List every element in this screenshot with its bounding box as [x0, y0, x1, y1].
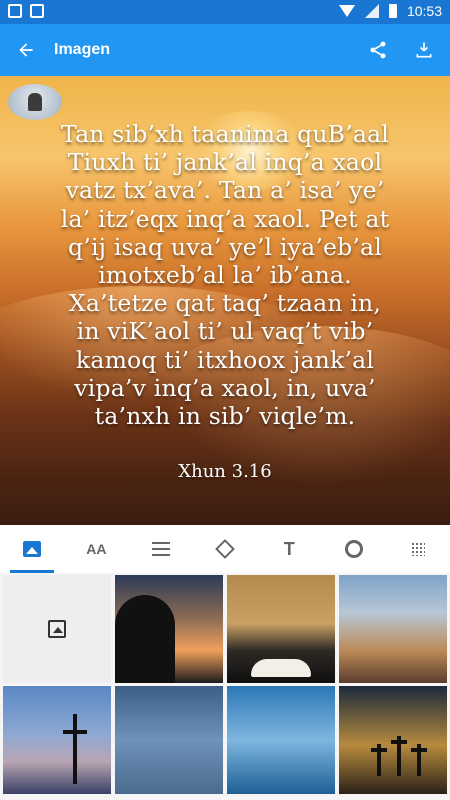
verse-line: Tiuxh ti’ jank’al inq’a xaol — [67, 148, 383, 177]
verse-line: in viK’aol ti’ ul vaq’t vib’ — [76, 317, 374, 346]
editor-toolbar: AA T — [0, 525, 450, 574]
page-title: Imagen — [54, 41, 111, 58]
verse-line: kamoq ti’ itxhoox jank’al — [75, 345, 375, 374]
verse-line: vatz tx’ava’. Tan a’ isa’ ye’ — [65, 176, 385, 205]
verse-text: Tan sib’xh taanima quB’aal Tiuxh ti’ jan… — [18, 120, 432, 430]
background-thumbnail[interactable] — [227, 686, 335, 794]
background-thumbnail[interactable] — [227, 575, 335, 683]
tab-font-size[interactable]: AA — [64, 525, 128, 573]
signal-icon — [364, 4, 379, 18]
download-icon — [416, 42, 432, 58]
app-bar: Imagen — [0, 24, 450, 76]
status-bar: 10:53 — [0, 0, 450, 24]
open-book-thumbnail — [251, 659, 311, 677]
verse-line: imotxeb’al la’ ib’ana. — [98, 261, 352, 290]
background-thumbnail[interactable] — [115, 575, 223, 683]
arrow-left-icon — [19, 43, 33, 57]
back-button[interactable] — [0, 24, 52, 76]
tab-settings[interactable] — [321, 525, 385, 573]
wifi-icon — [338, 5, 355, 17]
verse-line: q’ij isaq uva’ ye’l iya’eb’al — [68, 232, 382, 261]
verse-line: Tan sib’xh taanima quB’aal — [61, 120, 389, 148]
background-thumbnail[interactable] — [3, 686, 111, 794]
tab-texture[interactable] — [386, 525, 450, 573]
background-thumbnail[interactable] — [115, 686, 223, 794]
verse-line: ta’nxh in sib’ viqle’m. — [94, 402, 356, 431]
app-logo — [8, 84, 62, 120]
gallery-notification-icon — [8, 4, 22, 18]
paint-bucket-icon — [215, 539, 235, 559]
reading-child-silhouette — [115, 595, 175, 683]
share-icon — [370, 41, 386, 59]
verse-reference: Xhun 3.16 — [178, 461, 272, 482]
tab-color[interactable] — [193, 525, 257, 573]
cross-icon — [391, 740, 407, 744]
cross-icon — [411, 748, 427, 752]
image-icon — [23, 541, 42, 557]
background-grid — [0, 573, 450, 800]
text-format-icon: T — [283, 538, 295, 559]
mail-notification-icon — [30, 4, 44, 18]
dot-grid-icon — [410, 542, 425, 556]
verse-line: la’ itz’eqx inq’a xaol. Pet at — [60, 204, 390, 233]
add-photo-icon — [48, 620, 66, 638]
cross-icon — [371, 748, 387, 752]
share-button[interactable] — [364, 36, 392, 64]
gear-icon — [344, 540, 363, 558]
verse-line: Xa’tetze qat taq’ tzaan in, — [68, 289, 382, 318]
tab-background-image[interactable] — [0, 525, 64, 573]
verse-image[interactable]: Tan sib’xh taanima quB’aal Tiuxh ti’ jan… — [0, 76, 450, 525]
battery-icon — [388, 4, 397, 18]
clock: 10:53 — [406, 3, 442, 19]
font-size-icon: AA — [86, 541, 107, 557]
tab-text-format[interactable]: T — [257, 525, 321, 573]
background-thumbnail[interactable] — [339, 575, 447, 683]
background-thumbnail[interactable] — [339, 686, 447, 794]
tab-alignment[interactable] — [129, 525, 193, 573]
verse-line: vipa’v inq’a xaol, in, uva’ — [74, 373, 376, 402]
add-image-tile[interactable] — [3, 575, 111, 683]
cross-icon — [73, 714, 77, 784]
download-button[interactable] — [410, 36, 438, 64]
reading-person-icon — [28, 93, 42, 111]
cross-icon — [63, 730, 87, 734]
align-lines-icon — [151, 542, 170, 556]
